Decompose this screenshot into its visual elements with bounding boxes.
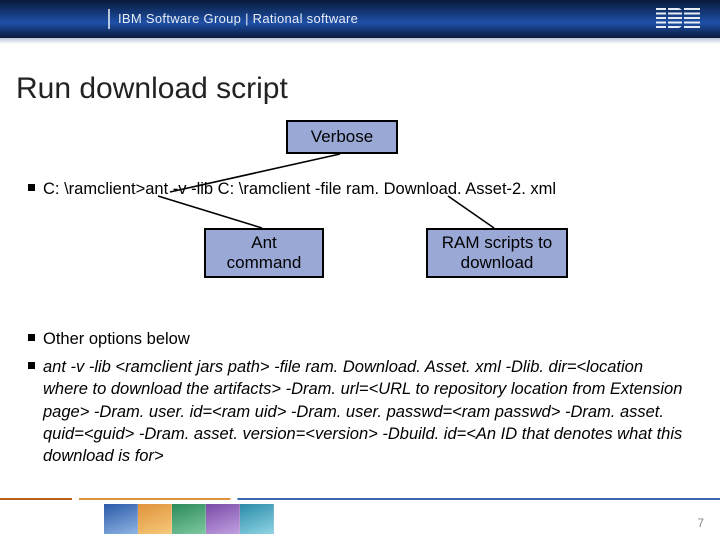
footer-rule — [0, 498, 720, 500]
callout-ram: RAM scripts to download — [426, 228, 568, 278]
bullet-marker — [28, 184, 35, 191]
bullet-cmd: C: \ramclient>ant -v -lib C: \ramclient … — [28, 178, 692, 200]
footer-imagery — [104, 504, 274, 534]
callout-ram-text: RAM scripts to download — [438, 233, 556, 272]
callout-verbose: Verbose — [286, 120, 398, 154]
callout-ant-text: Ant command — [216, 233, 312, 272]
bullet-cmd-text: C: \ramclient>ant -v -lib C: \ramclient … — [43, 178, 556, 200]
bullet-long: ant -v -lib <ramclient jars path> -file … — [28, 356, 692, 467]
bullet-marker — [28, 334, 35, 341]
ibm-logo-icon — [656, 8, 700, 28]
header-label: IBM Software Group | Rational software — [118, 11, 358, 26]
bullet-long-text: ant -v -lib <ramclient jars path> -file … — [43, 356, 692, 467]
callout-ant: Ant command — [204, 228, 324, 278]
slide-title: Run download script — [16, 72, 288, 106]
header-divider — [108, 9, 110, 29]
footer-tile — [104, 504, 138, 534]
footer-tile — [206, 504, 240, 534]
bullet-other: Other options below — [28, 328, 692, 350]
footer-tile — [172, 504, 206, 534]
bullet-other-text: Other options below — [43, 328, 190, 350]
header-bar: IBM Software Group | Rational software — [0, 0, 720, 38]
title-wrap: Run download script — [16, 72, 288, 106]
footer-tile — [240, 504, 274, 534]
bullet-marker — [28, 362, 35, 369]
header-shadow — [0, 38, 720, 44]
callout-verbose-text: Verbose — [311, 127, 373, 147]
footer-tile — [138, 504, 172, 534]
slide: IBM Software Group | Rational software R… — [0, 0, 720, 540]
page-number: 7 — [697, 516, 704, 530]
